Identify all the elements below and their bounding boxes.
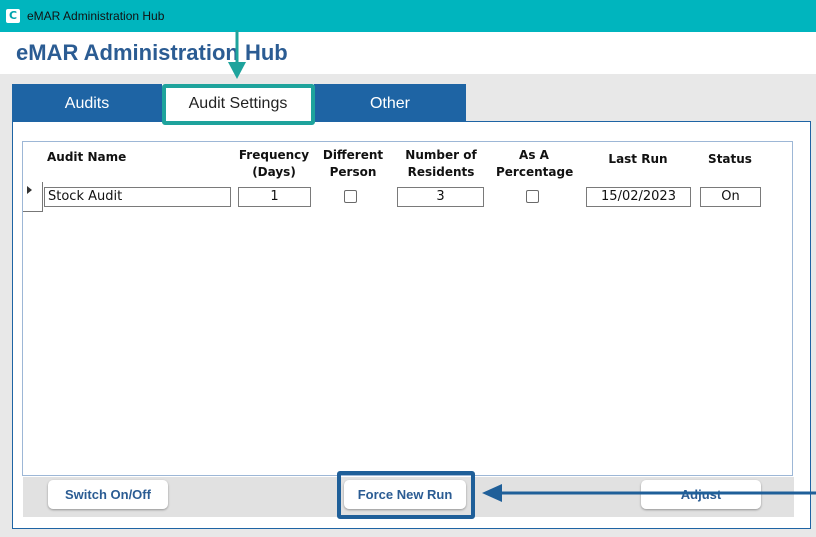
column-header-last-run: Last Run [608,152,668,166]
status-cell[interactable]: On [700,187,761,207]
number-of-residents-cell[interactable]: 3 [397,187,484,207]
adjust-button[interactable]: Adjust [641,480,761,509]
column-header-status: Status [708,152,752,166]
switch-on-off-button[interactable]: Switch On/Off [48,480,168,509]
column-header-different-person: Different Person [322,148,384,179]
force-new-run-highlight [337,471,475,519]
row-selector[interactable] [23,182,43,212]
audit-name-cell[interactable]: Stock Audit [44,187,231,207]
tab-other[interactable]: Other [314,84,466,122]
tab-audits[interactable]: Audits [12,84,162,122]
header: eMAR Administration Hub [0,32,816,74]
column-header-number-of-residents: Number of Residents [405,148,477,179]
row-pointer-icon [27,186,32,194]
app-logo-icon: C [6,9,20,23]
column-header-frequency: Frequency (Days) [238,148,310,179]
last-run-cell[interactable]: 15/02/2023 [586,187,691,207]
audit-settings-highlight [162,84,315,125]
different-person-checkbox[interactable] [344,190,357,203]
page-title: eMAR Administration Hub [16,40,288,65]
column-header-audit-name: Audit Name [47,150,127,164]
window-title-bar: C eMAR Administration Hub [0,0,816,32]
window-title: eMAR Administration Hub [27,9,165,23]
column-header-as-a-percentage: As A Percentage [496,148,574,179]
as-a-percentage-checkbox[interactable] [526,190,539,203]
frequency-cell[interactable]: 1 [238,187,311,207]
